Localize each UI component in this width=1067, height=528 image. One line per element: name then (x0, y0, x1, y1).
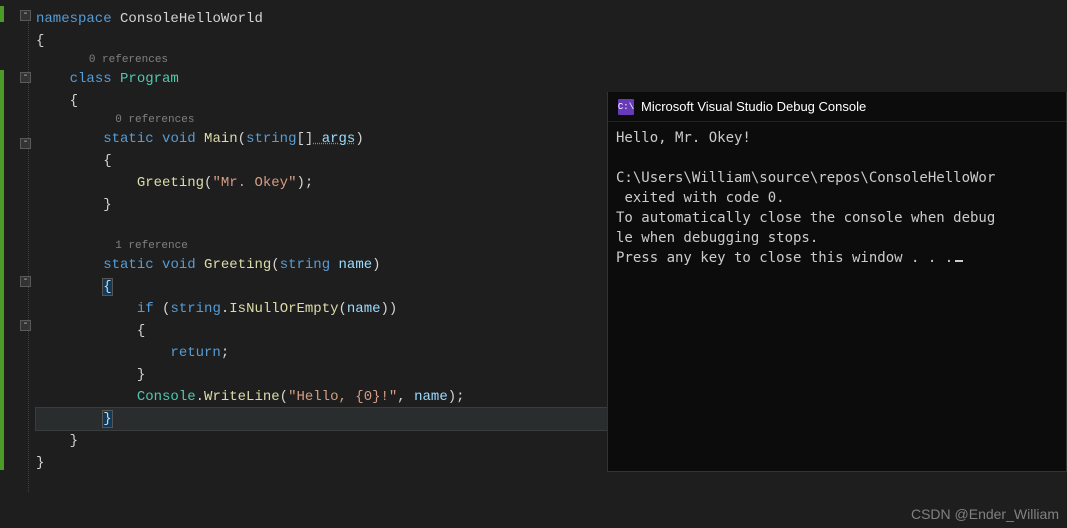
parameter: name (347, 301, 381, 317)
brace: { (70, 93, 78, 109)
brace: } (137, 367, 145, 383)
fold-toggle-icon[interactable]: - (20, 10, 31, 21)
console-line: Press any key to close this window . . . (616, 250, 953, 266)
code-line[interactable]: { (36, 30, 1067, 52)
keyword: string (170, 301, 220, 317)
console-cursor (955, 260, 963, 262)
console-title-text: Microsoft Visual Studio Debug Console (641, 99, 866, 114)
fold-toggle-icon[interactable]: - (20, 72, 31, 83)
keyword: return (170, 345, 220, 361)
console-line: Hello, Mr. Okey! (616, 130, 751, 146)
code-line[interactable]: class Program (36, 68, 1067, 90)
brace: } (70, 433, 78, 449)
change-marker (0, 6, 4, 22)
string-literal: "Mr. Okey" (212, 175, 296, 191)
string-literal: "Hello, {0}!" (288, 389, 397, 405)
keyword: static (103, 131, 153, 147)
method-name: Greeting (196, 257, 272, 273)
method-call: IsNullOrEmpty (229, 301, 338, 317)
console-output[interactable]: Hello, Mr. Okey! C:\Users\William\source… (608, 122, 1066, 274)
method-call: Greeting (137, 175, 204, 191)
fold-toggle-icon[interactable]: - (20, 320, 31, 331)
brace-matched: } (103, 411, 111, 427)
class-name: Console (137, 389, 196, 405)
parameter: args (313, 131, 355, 147)
editor-gutter: - - - - - (0, 0, 36, 528)
keyword: static (103, 257, 153, 273)
keyword: string (280, 257, 330, 273)
keyword: void (154, 257, 196, 273)
brace-matched: { (103, 279, 111, 295)
keyword: if (137, 301, 154, 317)
keyword: namespace (36, 11, 112, 27)
namespace-name: ConsoleHelloWorld (112, 11, 263, 27)
console-titlebar[interactable]: C:\ Microsoft Visual Studio Debug Consol… (608, 92, 1066, 122)
watermark-text: CSDN @Ender_William (911, 506, 1059, 522)
fold-toggle-icon[interactable]: - (20, 138, 31, 149)
brace: } (103, 197, 111, 213)
codelens-references[interactable]: 0 references (36, 52, 1067, 68)
console-line: C:\Users\William\source\repos\ConsoleHel… (616, 170, 995, 186)
keyword: void (154, 131, 196, 147)
change-marker (0, 70, 4, 470)
brace: { (137, 323, 145, 339)
brace: { (103, 153, 111, 169)
method-call: WriteLine (204, 389, 280, 405)
debug-console-window[interactable]: C:\ Microsoft Visual Studio Debug Consol… (607, 92, 1067, 472)
fold-guide (28, 22, 29, 492)
console-line: To automatically close the console when … (616, 210, 995, 226)
brace: { (36, 33, 44, 49)
keyword: class (70, 71, 112, 87)
parameter: name (330, 257, 372, 273)
console-line: le when debugging stops. (616, 230, 818, 246)
console-line: exited with code 0. (616, 190, 785, 206)
class-name: Program (112, 71, 179, 87)
code-line[interactable]: namespace ConsoleHelloWorld (36, 8, 1067, 30)
vs-console-icon: C:\ (618, 99, 634, 115)
brace: } (36, 455, 44, 471)
method-name: Main (196, 131, 238, 147)
parameter: name (414, 389, 448, 405)
fold-toggle-icon[interactable]: - (20, 276, 31, 287)
keyword: string (246, 131, 296, 147)
